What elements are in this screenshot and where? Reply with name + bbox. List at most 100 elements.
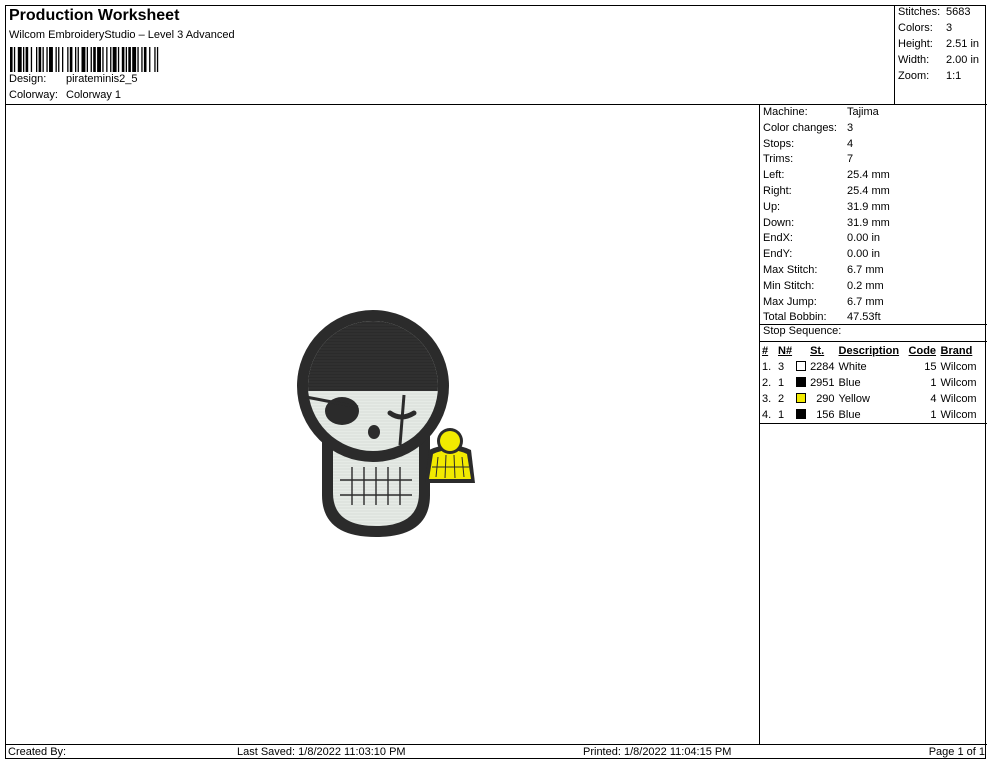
created-by: Created By: (8, 746, 67, 758)
info-row: Left: 25.4 mm (763, 169, 890, 181)
row-brand: Wilcom (940, 393, 977, 405)
row-description: Yellow (838, 393, 870, 405)
info-row: EndX: 0.00 in (763, 232, 880, 244)
row-needle: 1 (778, 409, 785, 421)
info-row: Max Stitch: 6.7 mm (763, 264, 884, 276)
info-value: 3 (847, 121, 854, 134)
row-stitches: 2284 (810, 361, 835, 373)
info-label: Max Jump: (763, 295, 817, 308)
row-code: 4 (930, 393, 937, 405)
worksheet-footer: Created By: Last Saved: 1/8/2022 11:03:1… (6, 744, 987, 759)
row-num: 2. (762, 377, 772, 389)
page-number: Page 1 of 1 (928, 746, 985, 758)
col-num: # (762, 345, 769, 357)
row-stitches: 2951 (810, 377, 835, 389)
row-stitches: 290 (816, 393, 835, 405)
info-value: 6.7 mm (847, 295, 884, 308)
stitches-row: Stitches: 5683 (898, 6, 970, 18)
col-brand: Brand (940, 345, 973, 357)
info-label: Color changes: (763, 121, 837, 134)
info-row: Total Bobbin: 47.53ft (763, 311, 881, 323)
col-swatch (794, 343, 808, 359)
color-swatch-cell (794, 359, 808, 375)
width-label: Width: (898, 54, 930, 66)
height-value: 2.51 in (946, 38, 980, 50)
col-description: Description (838, 345, 900, 357)
production-worksheet: Production Worksheet Wilcom EmbroiderySt… (5, 5, 987, 759)
table-row: 4. 1 156 Blue 1 Wilcom (760, 407, 986, 423)
info-value: 31.9 mm (847, 216, 890, 229)
worksheet-header: Production Worksheet Wilcom EmbroiderySt… (6, 6, 895, 105)
table-row: 3. 2 290 Yellow 4 Wilcom (760, 391, 986, 407)
info-label: Right: (763, 185, 792, 197)
row-code: 15 (924, 361, 937, 373)
table-row: 2. 1 2951 Blue 1 Wilcom (760, 375, 986, 391)
row-needle: 2 (778, 393, 785, 405)
skull-head (297, 310, 449, 462)
colors-value: 3 (946, 22, 953, 34)
info-label: Down: (763, 216, 795, 229)
section-divider (760, 341, 987, 342)
info-label: Max Stitch: (763, 264, 818, 276)
design-label: Design: (9, 73, 47, 85)
info-value: 6.7 mm (847, 264, 884, 276)
color-swatch (796, 361, 807, 371)
info-value: 31.9 mm (847, 200, 890, 213)
row-brand: Wilcom (940, 361, 977, 373)
stitches-value: 5683 (946, 6, 971, 18)
info-value: 0.00 in (847, 232, 881, 245)
info-value: 0.00 in (847, 248, 881, 261)
height-label: Height: (898, 38, 933, 50)
row-num: 3. (762, 393, 772, 405)
info-row: Max Jump: 6.7 mm (763, 296, 884, 308)
barcode-image (10, 47, 159, 72)
info-value: 4 (847, 137, 854, 150)
zoom-label: Zoom: (898, 70, 930, 82)
design-stats: Stitches: 5683 Colors: 3 Height: 2.51 in Wi… (895, 6, 987, 105)
table-header-row: # N# St. Description Code Brand (760, 343, 986, 359)
info-value: 25.4 mm (847, 185, 890, 197)
info-value: Tajima (847, 106, 879, 118)
last-saved: Last Saved: 1/8/2022 11:03:10 PM (237, 746, 406, 758)
info-row: Down: 31.9 mm (763, 217, 890, 229)
row-description: Blue (838, 409, 861, 421)
col-needle: N# (778, 345, 793, 357)
row-code: 1 (930, 377, 937, 389)
info-row: Min Stitch: 0.2 mm (763, 280, 884, 292)
info-row: Machine: Tajima (763, 106, 879, 118)
info-label: Total Bobbin: (763, 311, 827, 324)
color-swatch (796, 409, 807, 419)
colors-label: Colors: (898, 22, 933, 34)
row-description: Blue (838, 377, 861, 389)
row-brand: Wilcom (940, 377, 977, 389)
stop-sequence-label: Stop Sequence: (763, 325, 842, 337)
info-value: 47.53ft (847, 311, 881, 324)
row-needle: 3 (778, 361, 785, 373)
row-code: 1 (930, 409, 937, 421)
row-brand: Wilcom (940, 409, 977, 421)
row-stitches: 156 (816, 409, 835, 421)
color-swatch-cell (794, 391, 808, 407)
col-stitches: St. (810, 345, 825, 357)
yellow-bell-ornament (425, 428, 475, 483)
info-label: EndX: (763, 232, 793, 245)
row-description: White (838, 361, 867, 373)
info-value: 0.2 mm (847, 279, 884, 292)
info-label: Min Stitch: (763, 279, 815, 292)
page-title: Production Worksheet (9, 7, 180, 24)
colorway-row: Colorway: Colorway 1 (9, 89, 121, 101)
machine-info-panel: Machine: Tajima Color changes: 3 Stops: 4 Trim… (760, 105, 987, 744)
info-label: Left: (763, 169, 785, 182)
design-preview-canvas (6, 105, 760, 744)
info-label: Machine: (763, 106, 808, 118)
color-swatch-cell (794, 375, 808, 391)
info-label: Up: (763, 200, 781, 213)
embroidery-design-preview (297, 310, 475, 537)
color-swatch (796, 377, 807, 387)
zoom-value: 1:1 (946, 70, 962, 82)
software-name: Wilcom EmbroideryStudio – Level 3 Advanc… (9, 29, 235, 41)
info-row: Stops: 4 (763, 138, 853, 150)
zoom-row: Zoom: 1:1 (898, 70, 961, 82)
width-value: 2.00 in (946, 54, 980, 66)
info-label: EndY: (763, 248, 793, 261)
